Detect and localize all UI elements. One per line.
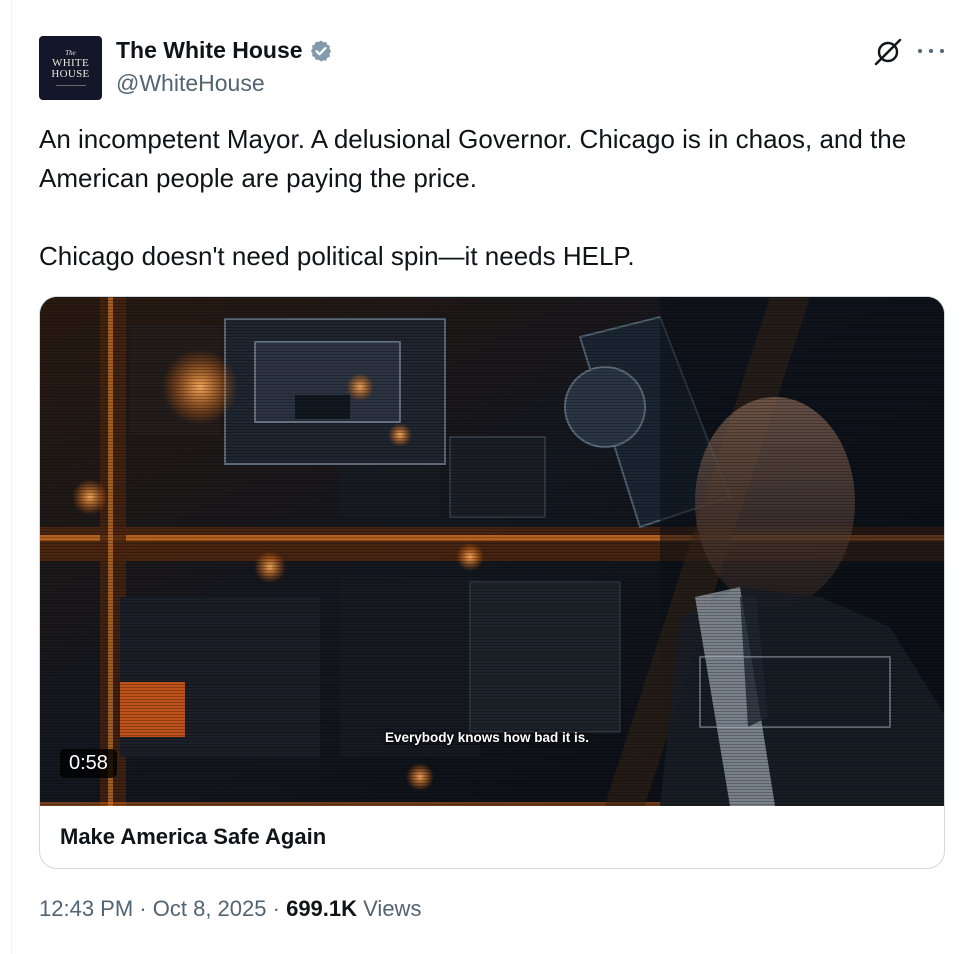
video-card-title[interactable]: Make America Safe Again bbox=[60, 824, 326, 850]
avatar-text-house: HOUSE bbox=[51, 68, 90, 81]
meta-separator: · bbox=[272, 896, 280, 921]
tweet-time[interactable]: 12:43 PM bbox=[39, 896, 133, 921]
meta-separator: · bbox=[139, 896, 147, 921]
avatar-rule bbox=[55, 84, 86, 86]
tweet-text: An incompetent Mayor. A delusional Gover… bbox=[39, 120, 949, 276]
video-card[interactable]: Everybody knows how bad it is. 0:58 Make… bbox=[39, 296, 945, 869]
author-name-row: The White House bbox=[116, 37, 333, 64]
views-label: Views bbox=[363, 896, 422, 921]
tweet-text-paragraph-2: Chicago doesn't need political spin—it n… bbox=[39, 241, 635, 271]
author-handle[interactable]: @WhiteHouse bbox=[116, 70, 265, 97]
grok-icon[interactable] bbox=[872, 36, 904, 68]
dot bbox=[940, 49, 944, 53]
avatar[interactable]: The WHITE HOUSE bbox=[39, 36, 102, 100]
tweet-date[interactable]: Oct 8, 2025 bbox=[153, 896, 267, 921]
tweet: The WHITE HOUSE The White House @WhiteHo… bbox=[11, 0, 974, 954]
video-player[interactable]: Everybody knows how bad it is. 0:58 bbox=[40, 297, 944, 806]
author-display-name[interactable]: The White House bbox=[116, 37, 303, 64]
dot bbox=[929, 49, 933, 53]
tweet-text-paragraph-1: An incompetent Mayor. A delusional Gover… bbox=[39, 124, 907, 193]
dot bbox=[918, 49, 922, 53]
views-count: 699.1K bbox=[286, 896, 358, 921]
video-subtitle: Everybody knows how bad it is. bbox=[385, 730, 590, 745]
tweet-meta: 12:43 PM · Oct 8, 2025 · 699.1K Views bbox=[39, 896, 421, 922]
more-dots-icon[interactable] bbox=[918, 38, 944, 64]
video-duration-badge: 0:58 bbox=[60, 749, 117, 778]
verified-badge-icon[interactable] bbox=[309, 39, 333, 63]
